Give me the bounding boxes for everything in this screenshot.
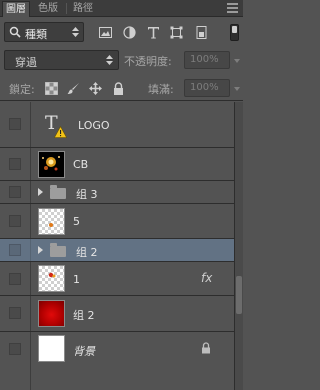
- tab-layers[interactable]: 圖層: [2, 1, 30, 17]
- layer-name: 5: [73, 215, 80, 228]
- layer-row[interactable]: 1 fx: [0, 262, 234, 296]
- type-filter-icon[interactable]: [147, 26, 160, 39]
- blend-mode-label: 穿過: [15, 56, 37, 69]
- chevron-updown-icon: [106, 55, 113, 65]
- layer-row[interactable]: CB: [0, 148, 234, 181]
- sparkle-art-icon: [42, 156, 60, 171]
- row-divider: [30, 262, 31, 295]
- layer-thumbnail: [38, 208, 65, 235]
- warning-icon: [54, 126, 67, 138]
- visibility-toggle[interactable]: [9, 118, 21, 130]
- folder-icon: [50, 243, 66, 257]
- row-divider: [30, 181, 31, 203]
- lock-all-icon[interactable]: [112, 82, 125, 95]
- visibility-toggle[interactable]: [9, 307, 21, 319]
- shape-filter-icon[interactable]: [170, 26, 183, 39]
- panel-tab-bar: 圖層 色版 路徑: [0, 0, 243, 17]
- blend-row: 穿過 不透明度: 100%: [0, 47, 243, 73]
- search-icon: [9, 26, 21, 38]
- blend-mode-select[interactable]: 穿過: [4, 50, 119, 70]
- row-divider: [30, 332, 31, 390]
- visibility-toggle[interactable]: [9, 273, 21, 285]
- layer-name: 背景: [73, 345, 95, 358]
- layer-row[interactable]: T LOGO: [0, 102, 234, 148]
- layer-row[interactable]: 背景: [0, 332, 234, 390]
- adjustment-filter-icon[interactable]: [123, 26, 136, 39]
- layer-name: 组 2: [76, 246, 98, 259]
- scrollbar-thumb[interactable]: [236, 276, 242, 314]
- visibility-toggle[interactable]: [9, 158, 21, 170]
- layer-thumbnail: [38, 151, 65, 178]
- fill-label: 填滿:: [148, 83, 174, 96]
- layer-row[interactable]: 5: [0, 204, 234, 239]
- visibility-toggle[interactable]: [9, 244, 21, 256]
- lock-transparency-icon[interactable]: [45, 82, 58, 95]
- filter-kind-select[interactable]: 種類: [4, 22, 84, 42]
- layer-thumbnail: [38, 300, 65, 327]
- expand-arrow-icon[interactable]: [38, 246, 43, 254]
- layer-filter-row: 種類: [0, 18, 243, 46]
- folder-icon: [50, 185, 66, 199]
- layer-art-icon: [48, 272, 56, 278]
- row-divider: [30, 239, 31, 261]
- opacity-label: 不透明度:: [124, 55, 172, 68]
- layer-name: 组 3: [76, 188, 98, 201]
- filter-toggle-switch[interactable]: [230, 24, 239, 41]
- layer-art-icon: [49, 223, 53, 227]
- tab-divider: [66, 3, 67, 14]
- brush-icon[interactable]: [67, 82, 80, 95]
- visibility-toggle[interactable]: [9, 186, 21, 198]
- smart-object-filter-icon[interactable]: [195, 26, 208, 39]
- filter-kind-label: 種類: [25, 28, 47, 41]
- tab-paths[interactable]: 路徑: [70, 1, 96, 17]
- layer-thumbnail: [38, 265, 65, 292]
- row-divider: [30, 148, 31, 180]
- fill-dropdown-caret[interactable]: [234, 87, 240, 91]
- fill-input[interactable]: 100%: [184, 79, 230, 97]
- lock-label: 鎖定:: [9, 83, 35, 96]
- layer-thumbnail: [38, 335, 65, 362]
- layer-name: CB: [73, 158, 89, 171]
- tab-channels[interactable]: 色版: [35, 1, 61, 17]
- layer-group-row[interactable]: 组 2: [0, 239, 234, 262]
- move-icon[interactable]: [89, 82, 102, 95]
- row-divider: [30, 296, 31, 331]
- layers-scrollbar[interactable]: [234, 102, 243, 390]
- visibility-toggle[interactable]: [9, 215, 21, 227]
- lock-row: 鎖定: 填滿: 100%: [0, 75, 243, 101]
- expand-arrow-icon[interactable]: [38, 188, 43, 196]
- layers-list: T LOGO CB 组 3 5 组 2 1 fx 组 2 背景: [0, 102, 234, 390]
- row-divider: [30, 204, 31, 238]
- layer-name: 组 2: [73, 309, 95, 322]
- image-filter-icon[interactable]: [99, 26, 112, 39]
- layer-name: 1: [73, 273, 80, 286]
- layer-name: LOGO: [78, 119, 110, 132]
- opacity-input[interactable]: 100%: [184, 51, 230, 69]
- lock-icon: [202, 342, 210, 354]
- layer-row[interactable]: 组 2: [0, 296, 234, 332]
- fx-effects-icon[interactable]: fx: [201, 271, 212, 285]
- chevron-updown-icon: [72, 27, 79, 37]
- visibility-toggle[interactable]: [9, 343, 21, 355]
- panel-menu-icon[interactable]: [227, 3, 238, 13]
- layer-group-row[interactable]: 组 3: [0, 181, 234, 204]
- opacity-dropdown-caret[interactable]: [234, 59, 240, 63]
- row-divider: [30, 102, 31, 147]
